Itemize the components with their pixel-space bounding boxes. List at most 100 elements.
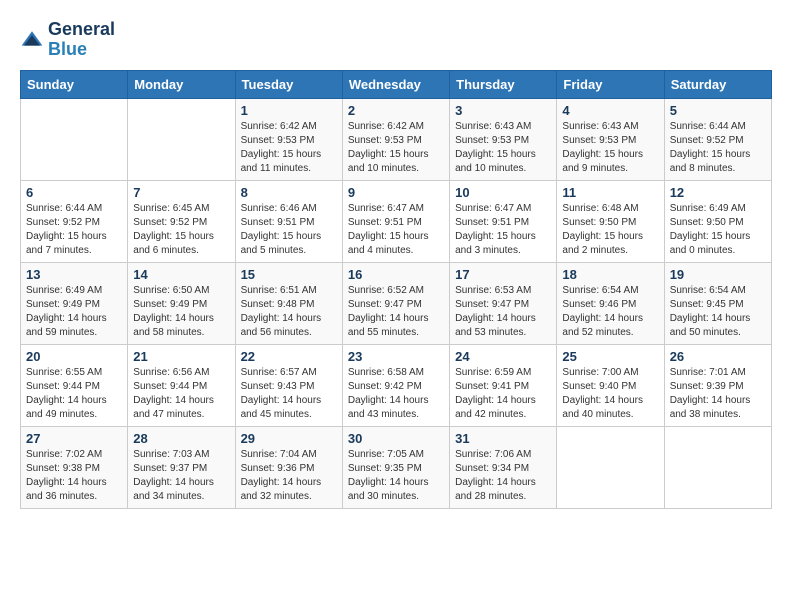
calendar-cell: 25 Sunrise: 7:00 AM Sunset: 9:40 PM Dayli… — [557, 344, 664, 426]
calendar-cell: 10Sunrise: 6:47 AM Sunset: 9:51 PM Dayli… — [450, 180, 557, 262]
day-info: Sunrise: 6:46 AM Sunset: 9:51 PM Dayligh… — [241, 202, 337, 258]
day-number: 27 — [26, 431, 122, 446]
day-number: 9 — [348, 185, 444, 200]
day-number: 15 — [241, 267, 337, 282]
weekday-header-tuesday: Tuesday — [235, 70, 342, 98]
day-info: Sunrise: 6:50 AM Sunset: 9:49 PM Dayligh… — [133, 284, 229, 340]
day-number: 29 — [241, 431, 337, 446]
day-number: 28 — [133, 431, 229, 446]
day-info: Sunrise: 6:42 AM Sunset: 9:53 PM Dayligh… — [241, 120, 337, 176]
day-number: 18 — [562, 267, 658, 282]
day-number: 20 — [26, 349, 122, 364]
calendar-cell: 23 Sunrise: 6:58 AM Sunset: 9:42 PM Dayli… — [342, 344, 449, 426]
day-info: Sunrise: 6:54 AM Sunset: 9:45 PM Dayligh… — [670, 284, 766, 340]
day-info: Sunrise: 7:00 AM Sunset: 9:40 PM Dayligh… — [562, 366, 658, 422]
weekday-header-sunday: Sunday — [21, 70, 128, 98]
calendar-cell: 6Sunrise: 6:44 AM Sunset: 9:52 PM Daylig… — [21, 180, 128, 262]
calendar-cell: 22 Sunrise: 6:57 AM Sunset: 9:43 PM Dayli… — [235, 344, 342, 426]
day-number: 26 — [670, 349, 766, 364]
day-number: 14 — [133, 267, 229, 282]
day-number: 31 — [455, 431, 551, 446]
day-number: 10 — [455, 185, 551, 200]
day-info: Sunrise: 6:44 AM Sunset: 9:52 PM Dayligh… — [26, 202, 122, 258]
calendar-header-row: SundayMondayTuesdayWednesdayThursdayFrid… — [21, 70, 772, 98]
calendar-cell: 3 Sunrise: 6:43 AM Sunset: 9:53 PM Daylig… — [450, 98, 557, 180]
weekday-header-monday: Monday — [128, 70, 235, 98]
calendar-cell: 27 Sunrise: 7:02 AM Sunset: 9:38 PM Dayli… — [21, 426, 128, 508]
calendar-cell: 11Sunrise: 6:48 AM Sunset: 9:50 PM Dayli… — [557, 180, 664, 262]
calendar-week-3: 13 Sunrise: 6:49 AM Sunset: 9:49 PM Dayli… — [21, 262, 772, 344]
calendar-cell: 30Sunrise: 7:05 AM Sunset: 9:35 PM Dayli… — [342, 426, 449, 508]
day-info: Sunrise: 6:55 AM Sunset: 9:44 PM Dayligh… — [26, 366, 122, 422]
calendar-cell: 24 Sunrise: 6:59 AM Sunset: 9:41 PM Dayli… — [450, 344, 557, 426]
day-number: 8 — [241, 185, 337, 200]
day-info: Sunrise: 6:43 AM Sunset: 9:53 PM Dayligh… — [455, 120, 551, 176]
calendar-cell: 1 Sunrise: 6:42 AM Sunset: 9:53 PM Daylig… — [235, 98, 342, 180]
calendar-cell: 14 Sunrise: 6:50 AM Sunset: 9:49 PM Dayli… — [128, 262, 235, 344]
day-number: 19 — [670, 267, 766, 282]
calendar-cell — [128, 98, 235, 180]
calendar-cell: 5 Sunrise: 6:44 AM Sunset: 9:52 PM Daylig… — [664, 98, 771, 180]
calendar-cell: 31 Sunrise: 7:06 AM Sunset: 9:34 PM Dayli… — [450, 426, 557, 508]
calendar-cell: 21 Sunrise: 6:56 AM Sunset: 9:44 PM Dayli… — [128, 344, 235, 426]
weekday-header-thursday: Thursday — [450, 70, 557, 98]
calendar-week-1: 1 Sunrise: 6:42 AM Sunset: 9:53 PM Daylig… — [21, 98, 772, 180]
logo-icon — [20, 28, 44, 52]
day-info: Sunrise: 6:52 AM Sunset: 9:47 PM Dayligh… — [348, 284, 444, 340]
calendar-week-5: 27 Sunrise: 7:02 AM Sunset: 9:38 PM Dayli… — [21, 426, 772, 508]
calendar-cell: 19 Sunrise: 6:54 AM Sunset: 9:45 PM Dayli… — [664, 262, 771, 344]
day-info: Sunrise: 6:53 AM Sunset: 9:47 PM Dayligh… — [455, 284, 551, 340]
calendar-cell: 13 Sunrise: 6:49 AM Sunset: 9:49 PM Dayli… — [21, 262, 128, 344]
day-number: 3 — [455, 103, 551, 118]
calendar-cell: 12 Sunrise: 6:49 AM Sunset: 9:50 PM Dayli… — [664, 180, 771, 262]
day-info: Sunrise: 6:47 AM Sunset: 9:51 PM Dayligh… — [348, 202, 444, 258]
day-number: 22 — [241, 349, 337, 364]
day-info: Sunrise: 6:56 AM Sunset: 9:44 PM Dayligh… — [133, 366, 229, 422]
weekday-header-friday: Friday — [557, 70, 664, 98]
day-info: Sunrise: 6:49 AM Sunset: 9:50 PM Dayligh… — [670, 202, 766, 258]
day-number: 30 — [348, 431, 444, 446]
day-info: Sunrise: 6:51 AM Sunset: 9:48 PM Dayligh… — [241, 284, 337, 340]
calendar-cell: 8 Sunrise: 6:46 AM Sunset: 9:51 PM Daylig… — [235, 180, 342, 262]
day-info: Sunrise: 6:57 AM Sunset: 9:43 PM Dayligh… — [241, 366, 337, 422]
day-number: 16 — [348, 267, 444, 282]
logo-text: General Blue — [48, 20, 115, 60]
logo: General Blue — [20, 20, 115, 60]
day-info: Sunrise: 6:59 AM Sunset: 9:41 PM Dayligh… — [455, 366, 551, 422]
day-info: Sunrise: 7:04 AM Sunset: 9:36 PM Dayligh… — [241, 448, 337, 504]
calendar-cell: 9 Sunrise: 6:47 AM Sunset: 9:51 PM Daylig… — [342, 180, 449, 262]
calendar-week-2: 6Sunrise: 6:44 AM Sunset: 9:52 PM Daylig… — [21, 180, 772, 262]
day-info: Sunrise: 7:01 AM Sunset: 9:39 PM Dayligh… — [670, 366, 766, 422]
day-number: 25 — [562, 349, 658, 364]
day-number: 7 — [133, 185, 229, 200]
day-number: 5 — [670, 103, 766, 118]
day-number: 23 — [348, 349, 444, 364]
calendar-cell: 17 Sunrise: 6:53 AM Sunset: 9:47 PM Dayli… — [450, 262, 557, 344]
day-number: 13 — [26, 267, 122, 282]
calendar-cell: 4 Sunrise: 6:43 AM Sunset: 9:53 PM Daylig… — [557, 98, 664, 180]
day-info: Sunrise: 6:58 AM Sunset: 9:42 PM Dayligh… — [348, 366, 444, 422]
day-number: 11 — [562, 185, 658, 200]
day-info: Sunrise: 6:45 AM Sunset: 9:52 PM Dayligh… — [133, 202, 229, 258]
day-number: 2 — [348, 103, 444, 118]
day-number: 17 — [455, 267, 551, 282]
calendar-cell: 28 Sunrise: 7:03 AM Sunset: 9:37 PM Dayli… — [128, 426, 235, 508]
day-number: 21 — [133, 349, 229, 364]
day-number: 12 — [670, 185, 766, 200]
calendar-cell — [664, 426, 771, 508]
page-header: General Blue — [20, 20, 772, 60]
calendar-cell — [21, 98, 128, 180]
calendar-cell: 20 Sunrise: 6:55 AM Sunset: 9:44 PM Dayli… — [21, 344, 128, 426]
day-info: Sunrise: 7:03 AM Sunset: 9:37 PM Dayligh… — [133, 448, 229, 504]
calendar-cell: 2Sunrise: 6:42 AM Sunset: 9:53 PM Daylig… — [342, 98, 449, 180]
day-number: 1 — [241, 103, 337, 118]
day-info: Sunrise: 6:43 AM Sunset: 9:53 PM Dayligh… — [562, 120, 658, 176]
day-info: Sunrise: 6:49 AM Sunset: 9:49 PM Dayligh… — [26, 284, 122, 340]
day-number: 4 — [562, 103, 658, 118]
day-info: Sunrise: 6:44 AM Sunset: 9:52 PM Dayligh… — [670, 120, 766, 176]
weekday-header-wednesday: Wednesday — [342, 70, 449, 98]
day-info: Sunrise: 7:06 AM Sunset: 9:34 PM Dayligh… — [455, 448, 551, 504]
calendar-cell: 18Sunrise: 6:54 AM Sunset: 9:46 PM Dayli… — [557, 262, 664, 344]
day-number: 24 — [455, 349, 551, 364]
day-info: Sunrise: 7:02 AM Sunset: 9:38 PM Dayligh… — [26, 448, 122, 504]
